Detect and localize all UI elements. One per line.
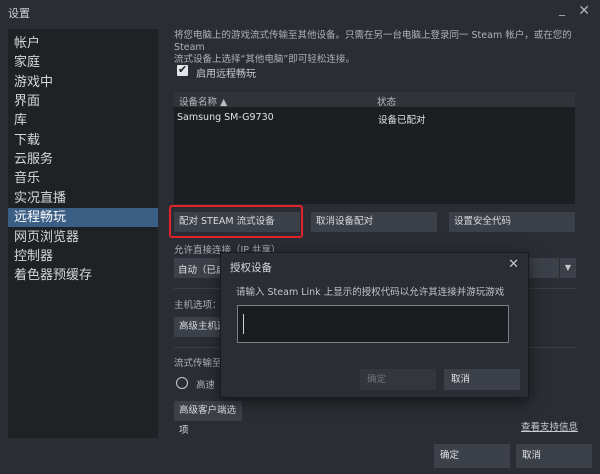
settings-sidebar: 帐户 家庭 游戏中 界面 库 下载 云服务 音乐 实况直播 远程畅玩 网页浏览器… <box>8 29 158 438</box>
view-support-info-link[interactable]: 查看支持信息 <box>521 419 578 433</box>
unpair-device-button[interactable]: 取消设备配对 <box>311 212 437 232</box>
device-table: 设备名称 ▲ 状态 Samsung SM-G9730 设备已配对 <box>174 92 575 204</box>
minimize-icon[interactable]: _ <box>559 3 569 16</box>
device-status-cell[interactable]: 设备已配对 <box>378 112 426 126</box>
sidebar-item-library[interactable]: 库 <box>8 111 158 130</box>
device-table-header: 设备名称 ▲ 状态 <box>174 92 575 108</box>
high-speed-label: 高速 <box>196 380 216 391</box>
dialog-prompt: 请输入 Steam Link 上显示的授权代码以允许其连接并游玩游戏 <box>236 287 505 298</box>
enable-remote-play-label: 启用远程畅玩 <box>196 69 256 80</box>
dialog-title: 授权设备 <box>230 262 272 274</box>
close-icon[interactable]: ✕ <box>578 4 590 18</box>
sidebar-item-controller[interactable]: 控制器 <box>8 247 158 266</box>
dialog-cancel-button[interactable]: 取消 <box>444 369 520 390</box>
authorize-device-dialog: 授权设备 ✕ 请输入 Steam Link 上显示的授权代码以允许其连接并游玩游… <box>221 253 528 397</box>
column-status[interactable]: 状态 <box>377 94 396 108</box>
stream-to-label: 流式传输至 <box>174 358 222 369</box>
title-bar: 设置 _ ✕ <box>0 0 600 24</box>
sidebar-item-family[interactable]: 家庭 <box>8 53 158 72</box>
dialog-ok-button[interactable]: 确定 <box>360 369 436 390</box>
column-device-name[interactable]: 设备名称 ▲ <box>179 94 227 108</box>
sidebar-item-music[interactable]: 音乐 <box>8 169 158 188</box>
host-options-label: 主机选项： <box>174 300 222 311</box>
ok-button[interactable]: 确定 <box>434 444 510 468</box>
sidebar-item-downloads[interactable]: 下载 <box>8 131 158 150</box>
sidebar-item-in-game[interactable]: 游戏中 <box>8 73 158 92</box>
set-security-code-button[interactable]: 设置安全代码 <box>449 212 575 232</box>
high-speed-radio[interactable] <box>176 377 188 389</box>
sidebar-item-web-browser[interactable]: 网页浏览器 <box>8 228 158 247</box>
sidebar-item-remote-play[interactable]: 远程畅玩 <box>8 208 158 227</box>
checkmark-icon: ✔ <box>178 63 188 76</box>
chevron-down-icon[interactable]: ▼ <box>559 258 576 278</box>
direct-connect-value: 自动（已启 <box>178 265 226 276</box>
close-icon[interactable]: ✕ <box>508 257 519 272</box>
cancel-button[interactable]: 取消 <box>516 444 592 468</box>
sidebar-item-shader-cache[interactable]: 着色器预缓存 <box>8 266 158 285</box>
sidebar-item-cloud[interactable]: 云服务 <box>8 150 158 169</box>
sidebar-item-interface[interactable]: 界面 <box>8 92 158 111</box>
device-name-cell[interactable]: Samsung SM-G9730 <box>177 112 274 123</box>
settings-window: 设置 _ ✕ 帐户 家庭 游戏中 界面 库 下载 云服务 音乐 实况直播 远程畅… <box>0 0 600 474</box>
highlight-box <box>169 205 303 238</box>
description-line-1: 将您电脑上的游戏流式传输至其他设备。只需在另一台电脑上登录同一 Steam 帐户… <box>174 30 572 53</box>
remote-play-description: 将您电脑上的游戏流式传输至其他设备。只需在另一台电脑上登录同一 Steam 帐户… <box>174 30 574 66</box>
text-cursor <box>243 314 244 334</box>
sidebar-item-broadcasting[interactable]: 实况直播 <box>8 189 158 208</box>
sidebar-item-account[interactable]: 帐户 <box>8 34 158 53</box>
authorization-code-input[interactable] <box>237 305 509 343</box>
enable-remote-play-checkbox[interactable]: ✔ <box>177 63 188 76</box>
advanced-client-options-button[interactable]: 高级客户端选项 <box>174 401 242 436</box>
window-title: 设置 <box>8 7 30 20</box>
